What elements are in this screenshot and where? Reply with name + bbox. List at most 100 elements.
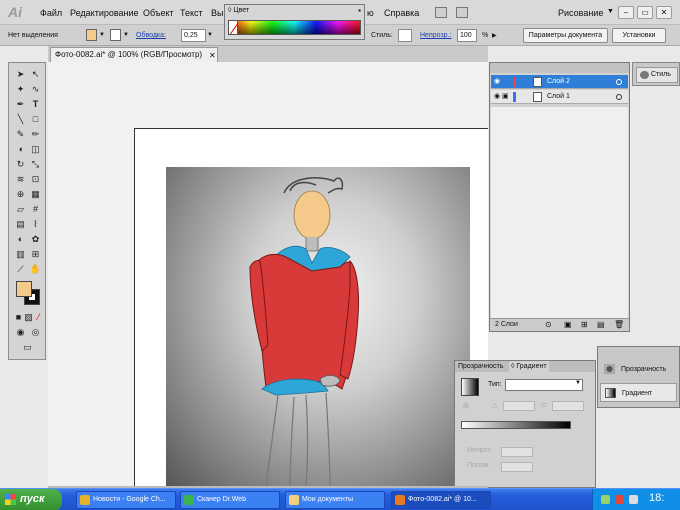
symbol-sprayer-tool-icon[interactable]: ✿ <box>29 233 42 246</box>
tab-gradient[interactable]: ◊ Градиент <box>509 361 549 372</box>
angle-input[interactable] <box>503 401 535 411</box>
stroke-weight-input[interactable]: 0,25 <box>181 29 206 42</box>
transparency-dock-button[interactable]: Прозрачность <box>600 360 677 379</box>
stroke-dropdown-icon[interactable]: ▼ <box>123 32 129 38</box>
magic-wand-tool-icon[interactable]: ✦ <box>14 83 27 96</box>
target-icon[interactable] <box>616 79 622 85</box>
maximize-button[interactable]: ▭ <box>637 6 653 19</box>
draw-behind-icon[interactable]: ◎ <box>29 326 42 339</box>
opacity-dropdown-icon[interactable]: ▶ <box>492 32 497 39</box>
blend-tool-icon[interactable]: ◐ <box>14 233 27 246</box>
no-color-icon[interactable] <box>228 20 238 35</box>
opacity-input[interactable]: 100 <box>457 29 477 42</box>
draw-normal-icon[interactable]: ◉ <box>14 326 27 339</box>
new-sublayer-icon[interactable]: ⊞ <box>581 319 588 331</box>
close-button[interactable]: ✕ <box>656 6 672 19</box>
menu-edit[interactable]: Редактирование <box>70 8 139 18</box>
perspective-grid-tool-icon[interactable]: ▱ <box>14 203 27 216</box>
taskbar-item-my-documents[interactable]: Мои документы <box>285 491 385 509</box>
gradient-dock-button[interactable]: Градиент <box>600 383 677 402</box>
document-setup-button[interactable]: Параметры документа <box>523 28 608 43</box>
document-tab[interactable]: Фото-0082.ai* @ 100% (RGB/Просмотр) ✕ <box>50 47 218 62</box>
rotate-tool-icon[interactable]: ↻ <box>14 158 27 171</box>
live-paint-tool-icon[interactable]: ▦ <box>29 188 42 201</box>
mesh-tool-icon[interactable]: # <box>29 203 42 216</box>
eyedropper-tool-icon[interactable]: ⌇ <box>29 218 42 231</box>
pencil-tool-icon[interactable]: ✏ <box>29 128 42 141</box>
delete-layer-icon[interactable]: 🗑 <box>614 319 624 331</box>
blob-brush-tool-icon[interactable]: ◖ <box>14 143 27 156</box>
free-transform-tool-icon[interactable]: ⊡ <box>29 173 42 186</box>
menu-type[interactable]: Текст <box>180 8 203 18</box>
fill-color-swatch[interactable] <box>86 29 97 41</box>
menu-help[interactable]: Справка <box>384 8 419 18</box>
rectangle-tool-icon[interactable]: □ <box>29 113 42 126</box>
reverse-gradient-icon[interactable]: ⊞ <box>463 402 469 410</box>
aspect-input[interactable] <box>552 401 584 411</box>
bridge-icon[interactable] <box>435 7 447 18</box>
layer-row[interactable]: ◉ Слой 2 <box>491 75 628 89</box>
artboard-tool-icon[interactable]: ⊞ <box>29 248 42 261</box>
none-mode-icon[interactable]: ⁄ <box>32 311 45 324</box>
graphic-styles-dock-button[interactable]: Стиль <box>636 67 678 83</box>
gradient-preview-swatch[interactable] <box>461 378 479 396</box>
volume-icon[interactable] <box>629 495 638 504</box>
opacity-label[interactable]: Непрозр.: <box>420 32 451 39</box>
hand-tool-icon[interactable]: ✋ <box>29 263 42 276</box>
fill-dropdown-icon[interactable]: ▼ <box>99 32 105 38</box>
chevron-down-icon[interactable]: ▼ <box>607 8 614 15</box>
lasso-tool-icon[interactable]: ∿ <box>29 83 42 96</box>
screen-mode-icon[interactable]: ▭ <box>21 341 34 354</box>
tab-transparency[interactable]: Прозрачность <box>456 361 505 372</box>
arrange-documents-icon[interactable] <box>456 7 468 18</box>
new-layer-icon[interactable]: ▤ <box>597 319 605 331</box>
scale-tool-icon[interactable]: ⤡ <box>29 158 42 171</box>
layer-name[interactable]: Слой 2 <box>547 75 570 89</box>
gradient-slider[interactable] <box>461 421 571 429</box>
workspace-switcher[interactable]: Рисование <box>558 8 603 18</box>
target-icon[interactable] <box>616 94 622 100</box>
locate-object-icon[interactable]: ⊙ <box>545 319 552 331</box>
line-tool-icon[interactable]: ╲ <box>14 113 27 126</box>
menu-window[interactable]: ю <box>367 8 374 18</box>
taskbar-item-chrome[interactable]: Новости - Google Ch... <box>76 491 176 509</box>
graph-tool-icon[interactable]: ▥ <box>14 248 27 261</box>
photo-image[interactable] <box>166 167 470 486</box>
opacity-stop-input[interactable] <box>501 447 533 457</box>
fill-color-box[interactable] <box>16 281 32 297</box>
layer-row[interactable]: ◉ ▣ Слой 1 <box>491 90 628 104</box>
selection-tool-icon[interactable]: ➤ <box>14 68 27 81</box>
menu-file[interactable]: Файл <box>40 8 62 18</box>
start-button[interactable]: пуск <box>0 489 62 510</box>
antivirus-icon[interactable] <box>615 495 624 504</box>
menu-select[interactable]: Вы <box>211 8 223 18</box>
eye-icon[interactable]: ◉ <box>494 75 500 89</box>
type-tool-icon[interactable]: T <box>29 98 42 111</box>
pen-tool-icon[interactable]: ✒ <box>14 98 27 111</box>
warp-tool-icon[interactable]: ≋ <box>14 173 27 186</box>
network-icon[interactable] <box>601 495 610 504</box>
gradient-type-select[interactable]: ▼ <box>505 379 583 391</box>
menu-object[interactable]: Объект <box>143 8 174 18</box>
color-spectrum[interactable] <box>228 20 361 35</box>
location-input[interactable] <box>501 462 533 472</box>
taskbar-item-illustrator[interactable]: Фото-0082.ai* @ 10... <box>391 491 491 509</box>
eye-icon[interactable]: ◉ ▣ <box>494 90 509 104</box>
stroke-weight-dropdown-icon[interactable]: ▼ <box>207 32 213 38</box>
preferences-button[interactable]: Установки <box>612 28 666 43</box>
paintbrush-tool-icon[interactable]: ✎ <box>14 128 27 141</box>
stroke-color-swatch[interactable] <box>110 29 121 41</box>
layer-name[interactable]: Слой 1 <box>547 90 570 104</box>
shape-builder-tool-icon[interactable]: ⊕ <box>14 188 27 201</box>
clipping-mask-icon[interactable]: ▣ <box>564 319 572 331</box>
taskbar-item-drweb[interactable]: Сканер Dr.Web <box>180 491 280 509</box>
stroke-label[interactable]: Обводка: <box>136 32 166 39</box>
direct-selection-tool-icon[interactable]: ↖ <box>29 68 42 81</box>
slice-tool-icon[interactable]: ⟋ <box>14 263 27 276</box>
minimize-button[interactable]: – <box>618 6 634 19</box>
gradient-tool-icon[interactable]: ▤ <box>14 218 27 231</box>
color-panel-tab[interactable]: ◊ Цвет <box>228 7 249 14</box>
graphic-style-swatch[interactable] <box>398 29 412 42</box>
close-icon[interactable]: ✕ <box>209 49 216 63</box>
panel-close-icon[interactable]: ▪ <box>358 6 361 15</box>
